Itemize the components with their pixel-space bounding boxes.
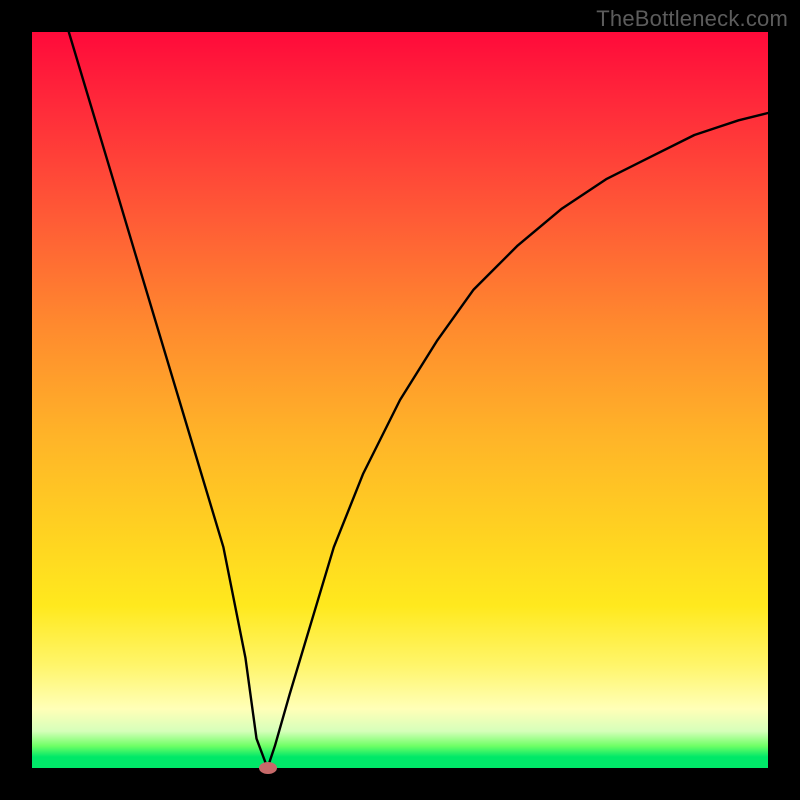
plot-area (32, 32, 768, 768)
chart-frame: TheBottleneck.com (0, 0, 800, 800)
watermark-text: TheBottleneck.com (596, 6, 788, 32)
optimum-marker (259, 762, 277, 774)
bottleneck-curve (32, 32, 768, 768)
